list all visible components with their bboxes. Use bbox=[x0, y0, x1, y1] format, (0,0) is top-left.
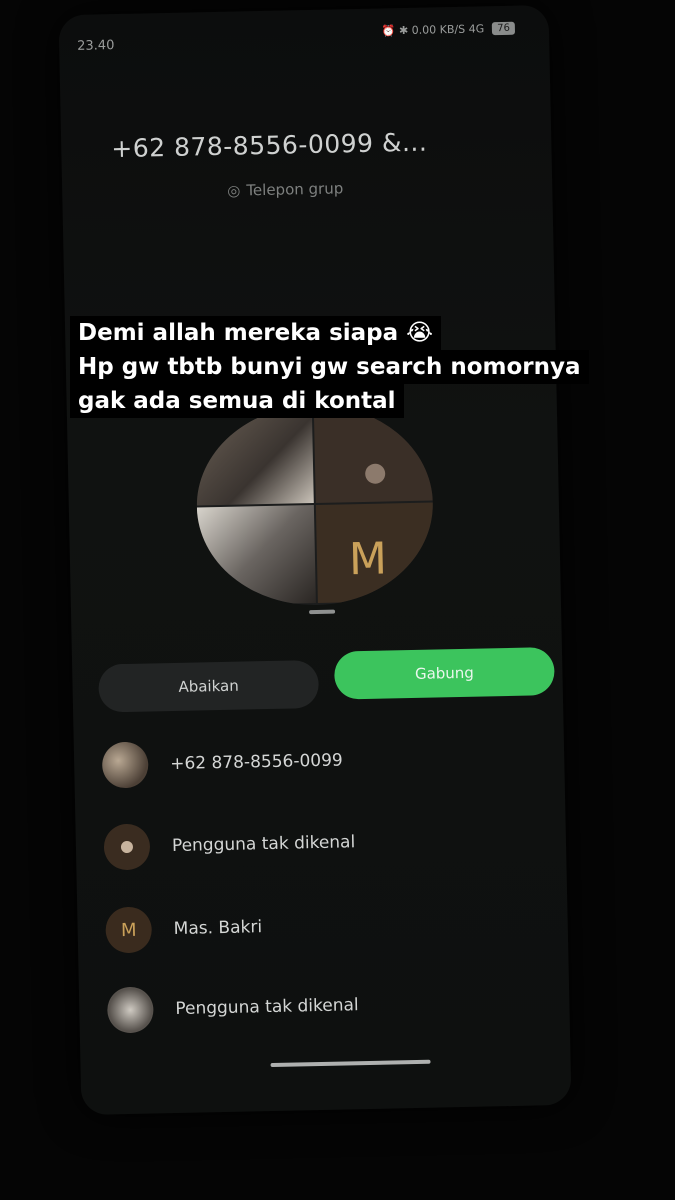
participant-name: Mas. Bakri bbox=[173, 917, 263, 940]
status-icons: ⏰ ✱ 0.00 KB/S 4G 76 bbox=[381, 21, 516, 38]
participant-item[interactable]: Pengguna tak dikenal bbox=[106, 982, 359, 1034]
participant-item[interactable]: +62 878-8556-0099 bbox=[101, 737, 343, 789]
participant-item[interactable]: Pengguna tak dikenal bbox=[103, 819, 356, 871]
battery-icon: 76 bbox=[492, 21, 516, 36]
ignore-button[interactable]: Abaikan bbox=[98, 659, 320, 713]
avatar-photo-2 bbox=[196, 505, 316, 606]
call-type-label: Telepon grup bbox=[246, 179, 344, 200]
phone-screen: 23.40 ⏰ ✱ 0.00 KB/S 4G 76 +62 878-8556-0… bbox=[58, 4, 572, 1116]
drag-handle[interactable] bbox=[309, 609, 336, 615]
whatsapp-icon: ◎ bbox=[227, 181, 241, 200]
status-indicators: ⏰ ✱ 0.00 KB/S 4G bbox=[381, 22, 485, 38]
user-icon bbox=[364, 463, 386, 484]
status-time: 23.40 bbox=[77, 38, 115, 54]
avatar-letter: M bbox=[315, 502, 435, 603]
participant-avatar bbox=[106, 986, 154, 1034]
participant-avatar: M bbox=[105, 906, 153, 954]
avatar-letter-text: M bbox=[348, 533, 388, 586]
avatar-photo-1 bbox=[194, 405, 314, 506]
caption-line-2: Hp gw tbtb bunyi gw search nomornya bbox=[70, 350, 589, 384]
call-subtitle: ◎ Telepon grup bbox=[227, 179, 343, 199]
participant-name: Pengguna tak dikenal bbox=[171, 832, 356, 857]
participant-item[interactable]: M Mas. Bakri bbox=[105, 904, 263, 954]
story-caption: Demi allah mereka siapa 😭 Hp gw tbtb bun… bbox=[70, 316, 589, 418]
participant-name: Pengguna tak dikenal bbox=[175, 995, 359, 1020]
participant-name: +62 878-8556-0099 bbox=[170, 750, 343, 775]
home-indicator[interactable] bbox=[270, 1059, 431, 1068]
call-title: +62 878-8556-0099 &... bbox=[111, 127, 428, 164]
user-icon bbox=[103, 823, 151, 871]
join-button[interactable]: Gabung bbox=[333, 647, 555, 700]
caption-line-3: gak ada semua di kontal bbox=[70, 384, 404, 418]
caption-line-1: Demi allah mereka siapa 😭 bbox=[70, 316, 442, 350]
participant-avatar bbox=[101, 741, 149, 789]
group-avatar: M bbox=[194, 402, 435, 608]
